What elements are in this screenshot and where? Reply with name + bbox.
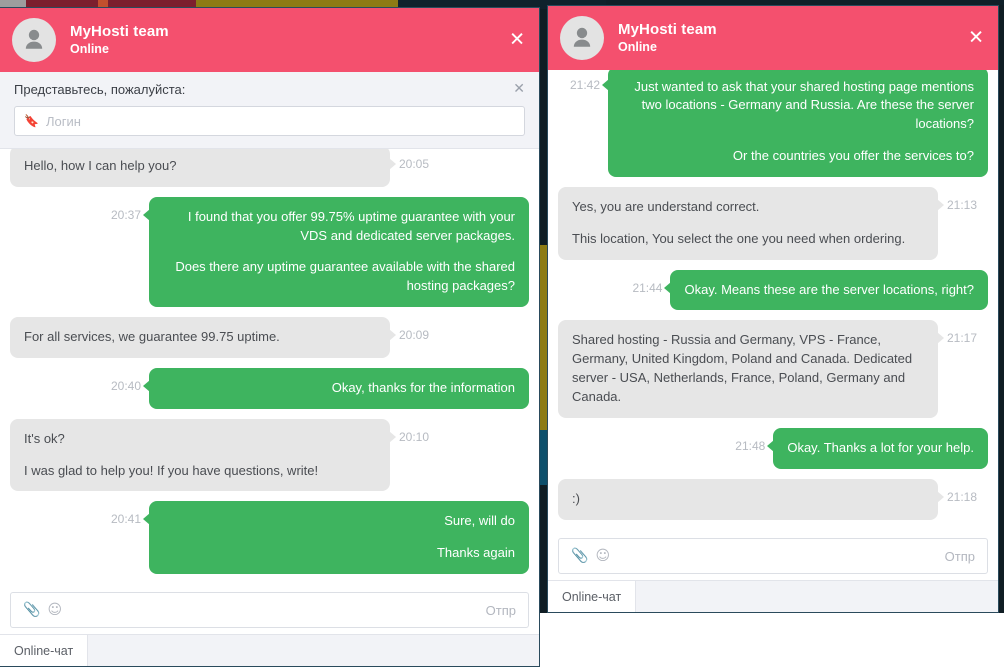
- chat-widget-right: MyHosti team Online ✕ :)19:4221:41HelloH…: [547, 5, 999, 613]
- message-timestamp: 21:17: [947, 331, 978, 346]
- message-timestamp: 20:40: [110, 378, 141, 393]
- close-icon[interactable]: ✕: [968, 28, 984, 48]
- message-row: Yes, you are understand correct. This loc…: [558, 186, 988, 260]
- message-row: For all services, we guarantee 99.75 upt…: [10, 317, 529, 358]
- send-button[interactable]: Отпр: [486, 603, 516, 618]
- message-text: It's ok?: [24, 430, 65, 446]
- message-timestamp: 21:18: [947, 489, 978, 504]
- background-column: [540, 9, 547, 245]
- outgoing-message-bubble: Just wanted to ask that your shared host…: [602, 70, 988, 177]
- incoming-message-bubble: Yes, you are understand correct. This loc…: [558, 186, 944, 260]
- composer-left[interactable]: 📎 ☺ Отпр: [10, 592, 529, 628]
- message-text: Okay. Thanks a lot for your help.: [787, 439, 974, 455]
- message-row: 21:42 Just wanted to ask that your shared…: [558, 70, 988, 177]
- message-timestamp: 20:10: [399, 429, 430, 444]
- name-prompt-close-icon[interactable]: ✕: [513, 82, 525, 96]
- tab-online-chat[interactable]: Online-чат: [0, 635, 89, 666]
- background-column: [540, 485, 547, 613]
- smiley-icon[interactable]: ☺: [47, 603, 62, 617]
- message-row: It's ok? I was glad to help you! If you h…: [10, 418, 529, 492]
- paperclip-icon[interactable]: 📎: [571, 549, 588, 563]
- outgoing-message-bubble: Sure, will do Thanks again: [143, 501, 529, 575]
- message-text: :): [572, 490, 580, 506]
- paperclip-icon[interactable]: 📎: [23, 603, 40, 617]
- chat-header-right: MyHosti team Online ✕: [548, 6, 998, 70]
- name-prompt-panel: Представьтесь, пожалуйста: ✕ 🔖: [0, 72, 539, 149]
- message-row: 21:44 Okay. Means these are the server lo…: [558, 269, 988, 311]
- message-row: 20:37 I found that you offer 99.75% uptim…: [10, 196, 529, 308]
- message-row: 20:40 Okay, thanks for the information: [10, 367, 529, 409]
- incoming-message-bubble: Hello, how I can help you?: [10, 149, 396, 187]
- tabbar-right: Online-чат: [548, 580, 998, 612]
- message-text: Hello, how I can help you?: [24, 157, 177, 173]
- login-field-wrapper[interactable]: 🔖: [14, 106, 525, 136]
- message-text: Does there any uptime guarantee availabl…: [175, 259, 515, 294]
- message-text: Okay, thanks for the information: [331, 379, 515, 395]
- incoming-message-bubble: :): [558, 478, 944, 520]
- chat-widget-left: MyHosti team Online ✕ Представьтесь, пож…: [0, 7, 540, 667]
- message-text: Sure, will do: [444, 513, 515, 529]
- chat-title: MyHosti team: [70, 22, 169, 40]
- message-text: Yes, you are understand correct.: [572, 198, 760, 214]
- user-avatar-icon: [12, 18, 56, 62]
- incoming-message-bubble: For all services, we guarantee 99.75 upt…: [10, 317, 396, 358]
- chat-header-left: MyHosti team Online ✕: [0, 8, 539, 72]
- message-text: Okay. Means these are the server locatio…: [684, 281, 974, 297]
- message-input[interactable]: [610, 548, 945, 564]
- incoming-message-bubble: It's ok? I was glad to help you! If you h…: [10, 418, 396, 492]
- outgoing-message-bubble: I found that you offer 99.75% uptime gua…: [143, 196, 529, 308]
- message-text: Thanks again: [436, 545, 515, 561]
- chat-status: Online: [70, 41, 109, 56]
- message-timestamp: 20:41: [110, 512, 141, 527]
- message-timestamp: 21:44: [632, 280, 663, 295]
- bookmark-icon: 🔖: [24, 114, 39, 128]
- tab-online-chat[interactable]: Online-чат: [548, 581, 637, 612]
- chat-title: MyHosti team: [618, 20, 717, 38]
- background-column: [540, 430, 547, 485]
- message-list-left[interactable]: 20:04HelloHello, how I can help you?20:0…: [0, 149, 539, 588]
- message-row: 21:48 Okay. Thanks a lot for your help.: [558, 427, 988, 469]
- tabbar-left: Online-чат: [0, 634, 539, 666]
- message-text: Or the countries you offer the services …: [732, 148, 974, 164]
- name-prompt-label: Представьтесь, пожалуйста:: [14, 82, 186, 97]
- message-row: Shared hosting - Russia and Germany, VPS…: [558, 320, 988, 418]
- message-text: Shared hosting - Russia and Germany, VPS…: [572, 332, 913, 404]
- message-timestamp: 20:09: [399, 328, 430, 343]
- message-timestamp: 20:37: [110, 207, 141, 222]
- background-column: [540, 245, 547, 430]
- message-text: This location, You select the one you ne…: [572, 230, 906, 246]
- message-row: :) 21:18: [558, 478, 988, 520]
- message-input[interactable]: [62, 602, 486, 618]
- message-row: 20:41 Sure, will do Thanks again: [10, 501, 529, 575]
- outgoing-message-bubble: Okay. Thanks a lot for your help.: [767, 427, 988, 469]
- message-row: Hello, how I can help you? 20:05: [10, 149, 529, 187]
- incoming-message-bubble: Shared hosting - Russia and Germany, VPS…: [558, 320, 944, 418]
- login-input[interactable]: [45, 113, 515, 129]
- outgoing-message-bubble: Okay, thanks for the information: [143, 367, 529, 409]
- message-list-right[interactable]: :)19:4221:41HelloHello, how I can help y…: [548, 70, 998, 534]
- close-icon[interactable]: ✕: [509, 30, 525, 50]
- send-button[interactable]: Отпр: [945, 549, 975, 564]
- message-timestamp: 21:42: [569, 77, 600, 92]
- message-text: I found that you offer 99.75% uptime gua…: [187, 208, 515, 243]
- smiley-icon[interactable]: ☺: [595, 549, 610, 563]
- message-text: I was glad to help you! If you have ques…: [24, 462, 319, 478]
- composer-right[interactable]: 📎 ☺ Отпр: [558, 538, 988, 574]
- message-text: For all services, we guarantee 99.75 upt…: [24, 329, 280, 345]
- message-timestamp: 20:05: [399, 156, 430, 171]
- chat-status: Online: [618, 39, 657, 54]
- outgoing-message-bubble: Okay. Means these are the server locatio…: [664, 269, 988, 311]
- message-timestamp: 21:13: [947, 197, 978, 212]
- user-avatar-icon: [560, 16, 604, 60]
- message-timestamp: 21:48: [735, 438, 766, 453]
- message-text: Just wanted to ask that your shared host…: [634, 78, 974, 132]
